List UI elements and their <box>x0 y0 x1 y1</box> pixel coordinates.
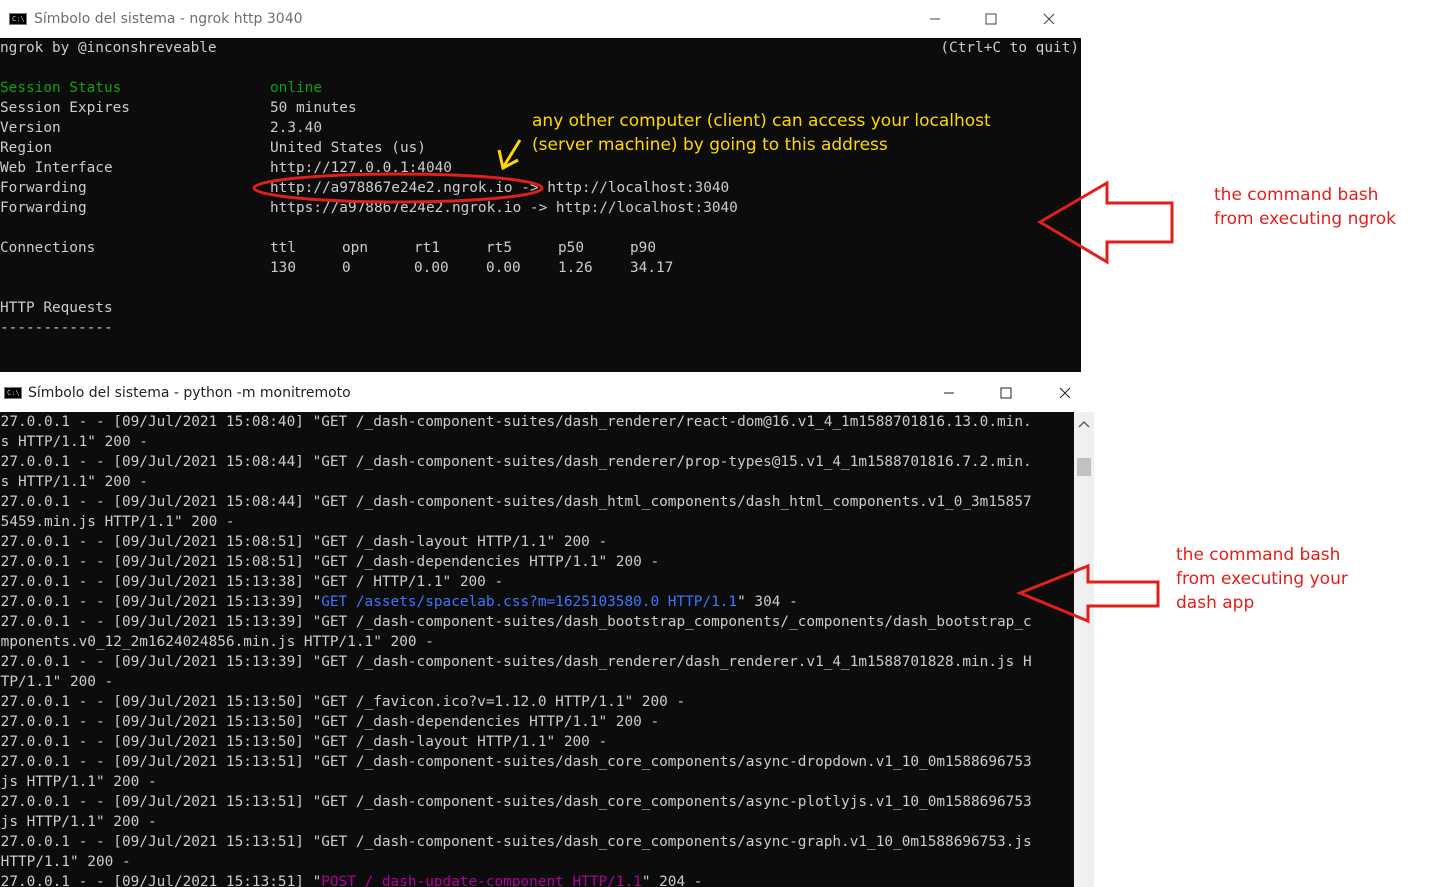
window-title: Símbolo del sistema - ngrok http 3040 <box>34 11 303 27</box>
minimize-icon <box>930 18 940 20</box>
log-line: 127.0.0.1 - - [09/Jul/2021 15:13:51] "GE… <box>0 754 1032 770</box>
conn-value-opn: 0 <box>342 260 351 276</box>
cmd-icon: C:\ <box>4 387 22 399</box>
http-requests-rule: ------------- <box>0 320 113 336</box>
ngrok-note-line-1: the command bash <box>1214 185 1379 205</box>
vertical-scrollbar[interactable] <box>1074 412 1094 887</box>
cmd-icon: C:\ <box>9 13 27 25</box>
callout-text-line-2: (server machine) by going to this addres… <box>532 135 888 155</box>
log-line: HTTP/1.1" 200 - <box>0 854 131 870</box>
conn-header-p90: p90 <box>630 240 656 256</box>
forwarding-http-value: http://a978867e24e2.ngrok.io -> http://l… <box>270 180 730 196</box>
log-line-prefix: 127.0.0.1 - - [09/Jul/2021 15:13:39] " <box>0 594 322 610</box>
log-line-highlight: GET /assets/spacelab.css?m=1625103580.0 … <box>321 594 738 610</box>
maximize-button[interactable] <box>962 0 1020 38</box>
conn-value-p90: 34.17 <box>630 260 674 276</box>
ngrok-console-window[interactable]: C:\ Símbolo del sistema - ngrok http 304… <box>0 0 1081 372</box>
scrollbar-thumb[interactable] <box>1077 458 1091 476</box>
ngrok-title-bar[interactable]: C:\ Símbolo del sistema - ngrok http 304… <box>0 0 1081 38</box>
conn-value-p50: 1.26 <box>558 260 593 276</box>
log-line: 127.0.0.1 - - [09/Jul/2021 15:13:39] "GE… <box>0 592 798 612</box>
close-icon <box>1059 387 1071 399</box>
version-value: 2.3.40 <box>270 120 322 136</box>
log-line: .js HTTP/1.1" 200 - <box>0 814 157 830</box>
minimize-icon <box>944 392 954 394</box>
log-line: 127.0.0.1 - - [09/Jul/2021 15:13:51] "GE… <box>0 834 1032 850</box>
web-interface-label: Web Interface <box>0 160 113 176</box>
log-line: 127.0.0.1 - - [09/Jul/2021 15:08:40] "GE… <box>0 414 1032 430</box>
forwarding-http-label: Forwarding <box>0 180 87 196</box>
close-icon <box>1043 13 1055 25</box>
log-line: 127.0.0.1 - - [09/Jul/2021 15:08:44] "GE… <box>0 494 1032 510</box>
log-line: 127.0.0.1 - - [09/Jul/2021 15:13:50] "GE… <box>0 734 608 750</box>
log-line: 127.0.0.1 - - [09/Jul/2021 15:13:39] "GE… <box>0 614 1032 630</box>
conn-header-opn: opn <box>342 240 368 256</box>
close-button[interactable] <box>1036 374 1094 412</box>
ngrok-output: ngrok by @inconshreveable (Ctrl+C to qui… <box>0 38 1081 372</box>
log-line: js HTTP/1.1" 200 - <box>0 474 148 490</box>
forwarding-https-value: https://a978867e24e2.ngrok.io -> http://… <box>270 200 738 216</box>
status-label: Session Status <box>0 80 122 96</box>
log-line: 127.0.0.1 - - [09/Jul/2021 15:13:50] "GE… <box>0 694 686 710</box>
forwarding-https-label: Forwarding <box>0 200 87 216</box>
web-interface-value: http://127.0.0.1:4040 <box>270 160 452 176</box>
log-line: 127.0.0.1 - - [09/Jul/2021 15:13:51] "GE… <box>0 794 1032 810</box>
status-value: online <box>270 80 322 96</box>
ngrok-header: ngrok by @inconshreveable <box>0 40 217 56</box>
python-output: 127.0.0.1 - - [09/Jul/2021 15:08:40] "GE… <box>0 412 1074 887</box>
maximize-icon <box>985 13 997 25</box>
region-value: United States (us) <box>270 140 426 156</box>
region-label: Region <box>0 140 52 156</box>
version-label: Version <box>0 120 61 136</box>
conn-header-ttl: ttl <box>270 240 296 256</box>
callout-text-line-1: any other computer (client) can access y… <box>532 111 991 131</box>
log-line-suffix: " 304 - <box>737 594 798 610</box>
python-title-bar[interactable]: C:\ Símbolo del sistema - python -m moni… <box>0 374 1094 412</box>
conn-header-p50: p50 <box>558 240 584 256</box>
minimize-button[interactable] <box>920 374 978 412</box>
conn-value-rt1: 0.00 <box>414 260 449 276</box>
conn-header-rt5: rt5 <box>486 240 512 256</box>
expires-label: Session Expires <box>0 100 130 116</box>
conn-value-ttl: 130 <box>270 260 296 276</box>
maximize-button[interactable] <box>977 374 1035 412</box>
log-line: 127.0.0.1 - - [09/Jul/2021 15:08:51] "GE… <box>0 534 608 550</box>
log-line: 127.0.0.1 - - [09/Jul/2021 15:08:51] "GE… <box>0 554 660 570</box>
log-line: TTP/1.1" 200 - <box>0 674 114 690</box>
http-requests-label: HTTP Requests <box>0 300 113 316</box>
close-button[interactable] <box>1020 0 1078 38</box>
log-line: 127.0.0.1 - - [09/Jul/2021 15:13:38] "GE… <box>0 574 504 590</box>
log-line-suffix: " 204 - <box>641 874 703 887</box>
quit-hint: (Ctrl+C to quit) <box>940 40 1079 56</box>
ngrok-note-line-2: from executing ngrok <box>1214 209 1397 229</box>
log-line: 127.0.0.1 - - [09/Jul/2021 15:13:51] "PO… <box>0 872 702 887</box>
log-line-prefix: 127.0.0.1 - - [09/Jul/2021 15:13:51] " <box>0 874 322 887</box>
log-line: 75459.min.js HTTP/1.1" 200 - <box>0 514 235 530</box>
conn-value-rt5: 0.00 <box>486 260 521 276</box>
log-line: 127.0.0.1 - - [09/Jul/2021 15:13:39] "GE… <box>0 654 1032 670</box>
connections-label: Connections <box>0 240 96 256</box>
log-line-highlight: POST /_dash-update-component HTTP/1.1 <box>321 874 642 887</box>
minimize-button[interactable] <box>906 0 964 38</box>
log-line: 127.0.0.1 - - [09/Jul/2021 15:13:50] "GE… <box>0 714 660 730</box>
window-title: Símbolo del sistema - python -m monitrem… <box>28 385 351 401</box>
log-line: 127.0.0.1 - - [09/Jul/2021 15:08:44] "GE… <box>0 454 1032 470</box>
maximize-icon <box>1000 387 1012 399</box>
log-line: .js HTTP/1.1" 200 - <box>0 774 157 790</box>
conn-header-rt1: rt1 <box>414 240 440 256</box>
scroll-up-icon[interactable] <box>1074 416 1094 432</box>
expires-value: 50 minutes <box>270 100 357 116</box>
dash-note-line-2: from executing your <box>1176 569 1348 589</box>
dash-note-line-3: dash app <box>1176 593 1255 613</box>
log-line: js HTTP/1.1" 200 - <box>0 434 148 450</box>
python-console-window[interactable]: C:\ Símbolo del sistema - python -m moni… <box>0 374 1094 887</box>
log-line: omponents.v0_12_2m1624024856.min.js HTTP… <box>0 634 434 650</box>
dash-note-line-1: the command bash <box>1176 545 1341 565</box>
